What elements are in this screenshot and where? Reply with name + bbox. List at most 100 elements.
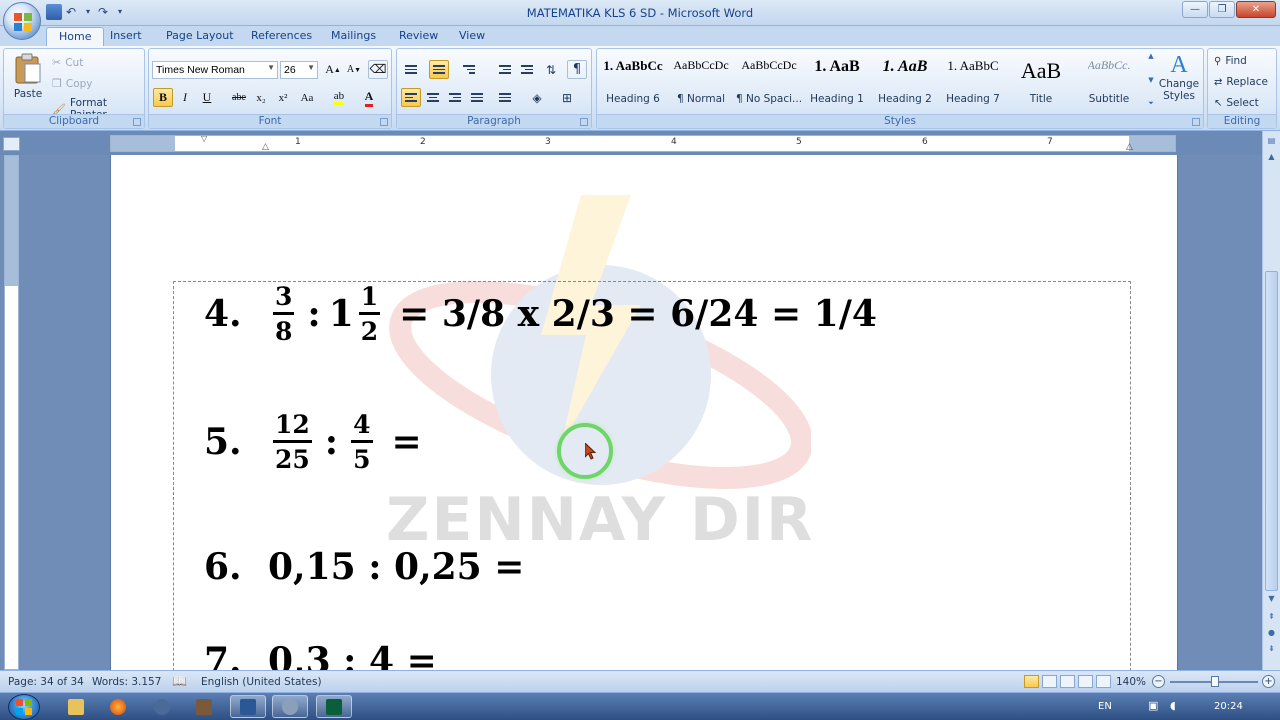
tab-mailings[interactable]: Mailings bbox=[331, 29, 376, 42]
first-line-indent-marker[interactable]: ▽ bbox=[201, 134, 207, 143]
close-button[interactable]: ✕ bbox=[1236, 1, 1276, 18]
paragraph-dialog-launcher[interactable] bbox=[580, 118, 588, 126]
increase-indent-button[interactable] bbox=[517, 60, 537, 79]
start-button[interactable] bbox=[8, 694, 40, 720]
tab-insert[interactable]: Insert bbox=[110, 29, 142, 42]
style-heading-2[interactable]: 1. AaB Heading 2 bbox=[872, 52, 938, 108]
previous-page-icon[interactable]: ⇞ bbox=[1264, 609, 1279, 623]
tab-page-layout[interactable]: Page Layout bbox=[166, 29, 234, 42]
minimize-button[interactable]: — bbox=[1182, 1, 1208, 18]
strikethrough-button[interactable]: abe bbox=[229, 88, 249, 107]
zoom-level[interactable]: 140% bbox=[1116, 676, 1146, 688]
copy-button[interactable]: ❐ Copy bbox=[52, 77, 93, 90]
bullets-button[interactable] bbox=[401, 60, 421, 79]
media-taskbar-button[interactable] bbox=[144, 695, 180, 718]
print-layout-view-button[interactable] bbox=[1024, 675, 1039, 688]
bold-button[interactable]: B bbox=[153, 88, 173, 107]
shading-icon[interactable]: ◈ bbox=[527, 88, 547, 107]
shrink-font-button[interactable]: A ▼ bbox=[344, 60, 364, 79]
underline-button[interactable]: U bbox=[197, 88, 217, 107]
tab-home[interactable]: Home bbox=[46, 27, 105, 47]
highlight-color-button[interactable]: ab bbox=[329, 88, 349, 107]
zoom-slider-thumb[interactable] bbox=[1211, 676, 1219, 687]
find-button[interactable]: ⚲ Find bbox=[1214, 55, 1247, 67]
style-no-spacing[interactable]: AaBbCcDc ¶ No Spaci... bbox=[736, 52, 802, 108]
borders-icon[interactable]: ⊞ bbox=[557, 88, 577, 107]
font-size-combo[interactable]: 26 ▼ bbox=[280, 61, 318, 79]
vertical-ruler[interactable] bbox=[4, 155, 19, 670]
input-language[interactable]: EN bbox=[1098, 701, 1112, 712]
change-case-button[interactable]: Aa bbox=[297, 88, 317, 107]
change-styles-button[interactable]: A Change Styles bbox=[1158, 52, 1200, 112]
pilcrow-icon[interactable]: ¶ bbox=[567, 60, 587, 79]
align-left-button[interactable] bbox=[401, 88, 421, 107]
app-taskbar-button[interactable] bbox=[186, 695, 222, 718]
subscript-button[interactable]: x₂ bbox=[251, 88, 271, 107]
web-layout-view-button[interactable] bbox=[1060, 675, 1075, 688]
document-area[interactable]: ZENNAY DIR 4. 3 8 : 1 1 2 = 3/8 x 2/3 = … bbox=[22, 155, 1262, 670]
chevron-up-icon[interactable]: ▲ bbox=[1148, 52, 1153, 60]
styles-dialog-launcher[interactable] bbox=[1192, 118, 1200, 126]
align-center-button[interactable] bbox=[423, 88, 443, 107]
restore-button[interactable]: ❐ bbox=[1209, 1, 1235, 18]
firefox-taskbar-button[interactable] bbox=[100, 695, 136, 718]
network-icon[interactable]: ▣ bbox=[1148, 699, 1158, 712]
vertical-scrollbar[interactable]: ▤ ▲ ▼ ⇞ ● ⇟ bbox=[1262, 131, 1280, 670]
grow-font-button[interactable]: A ▲ bbox=[323, 60, 343, 79]
outline-view-button[interactable] bbox=[1078, 675, 1093, 688]
draft-view-button[interactable] bbox=[1096, 675, 1111, 688]
right-indent-marker[interactable]: △ bbox=[1126, 142, 1133, 152]
document-page[interactable]: ZENNAY DIR 4. 3 8 : 1 1 2 = 3/8 x 2/3 = … bbox=[110, 155, 1178, 670]
chevron-down-icon[interactable]: ▼ bbox=[1148, 76, 1153, 84]
tab-references[interactable]: References bbox=[251, 29, 312, 42]
justify-button[interactable] bbox=[467, 88, 487, 107]
clock[interactable]: 20:24 bbox=[1214, 701, 1243, 712]
ruler-toggle-icon[interactable]: ▤ bbox=[1264, 133, 1279, 147]
font-color-button[interactable]: A bbox=[359, 88, 379, 107]
zoom-out-button[interactable]: − bbox=[1152, 675, 1165, 688]
paste-button[interactable]: Paste bbox=[10, 53, 46, 113]
audition-taskbar-button[interactable] bbox=[316, 695, 352, 718]
volume-icon[interactable]: ◖ bbox=[1170, 699, 1176, 712]
select-button[interactable]: ↖ Select bbox=[1214, 97, 1259, 109]
style-subtitle[interactable]: AaBbCc. Subtitle bbox=[1076, 52, 1142, 108]
style-heading-1[interactable]: 1. AaB Heading 1 bbox=[804, 52, 870, 108]
replace-button[interactable]: ⇄ Replace bbox=[1214, 76, 1268, 88]
italic-button[interactable]: I bbox=[175, 88, 195, 107]
numbering-button[interactable] bbox=[429, 60, 449, 79]
style-heading-7[interactable]: 1. AaBbC Heading 7 bbox=[940, 52, 1006, 108]
proofing-icon[interactable]: 📖 bbox=[172, 674, 187, 688]
recorder-taskbar-button[interactable] bbox=[272, 695, 308, 718]
line-spacing-button[interactable] bbox=[495, 88, 515, 107]
style-normal[interactable]: AaBbCcDc ¶ Normal bbox=[668, 52, 734, 108]
multilevel-list-button[interactable] bbox=[459, 60, 479, 79]
tab-review[interactable]: Review bbox=[399, 29, 438, 42]
superscript-button[interactable]: x² bbox=[273, 88, 293, 107]
zoom-in-button[interactable]: + bbox=[1262, 675, 1275, 688]
sort-icon[interactable]: ⇅ bbox=[541, 60, 561, 79]
full-screen-reading-view-button[interactable] bbox=[1042, 675, 1057, 688]
explorer-taskbar-button[interactable] bbox=[58, 695, 94, 718]
scroll-thumb[interactable] bbox=[1265, 271, 1278, 591]
horizontal-ruler[interactable]: 1 2 3 4 5 6 7 ▽ △ △ bbox=[110, 134, 1176, 152]
word-count[interactable]: Words: 3.157 bbox=[92, 676, 161, 688]
font-name-combo[interactable]: Times New Roman ▼ bbox=[152, 61, 278, 79]
clear-formatting-icon[interactable]: ⌫ bbox=[368, 60, 388, 79]
scroll-up-button[interactable]: ▲ bbox=[1264, 149, 1279, 163]
scroll-down-button[interactable]: ▼ bbox=[1264, 591, 1279, 605]
decrease-indent-button[interactable] bbox=[495, 60, 515, 79]
language-indicator[interactable]: English (United States) bbox=[201, 676, 322, 688]
clipboard-dialog-launcher[interactable] bbox=[133, 118, 141, 126]
style-title[interactable]: AaB Title bbox=[1008, 52, 1074, 108]
browse-object-icon[interactable]: ● bbox=[1264, 625, 1279, 639]
hanging-indent-marker[interactable]: △ bbox=[262, 142, 269, 152]
align-right-button[interactable] bbox=[445, 88, 465, 107]
next-page-icon[interactable]: ⇟ bbox=[1264, 641, 1279, 655]
style-heading-6[interactable]: 1. AaBbCc Heading 6 bbox=[600, 52, 666, 108]
gallery-more-icon[interactable]: ⏷ bbox=[1148, 99, 1154, 108]
font-dialog-launcher[interactable] bbox=[380, 118, 388, 126]
page-count[interactable]: Page: 34 of 34 bbox=[8, 676, 84, 688]
text-box[interactable]: 4. 3 8 : 1 1 2 = 3/8 x 2/3 = 6/24 = 1/4 … bbox=[173, 281, 1131, 670]
tab-selector[interactable] bbox=[3, 137, 20, 151]
cut-button[interactable]: ✂ Cut bbox=[52, 56, 83, 69]
